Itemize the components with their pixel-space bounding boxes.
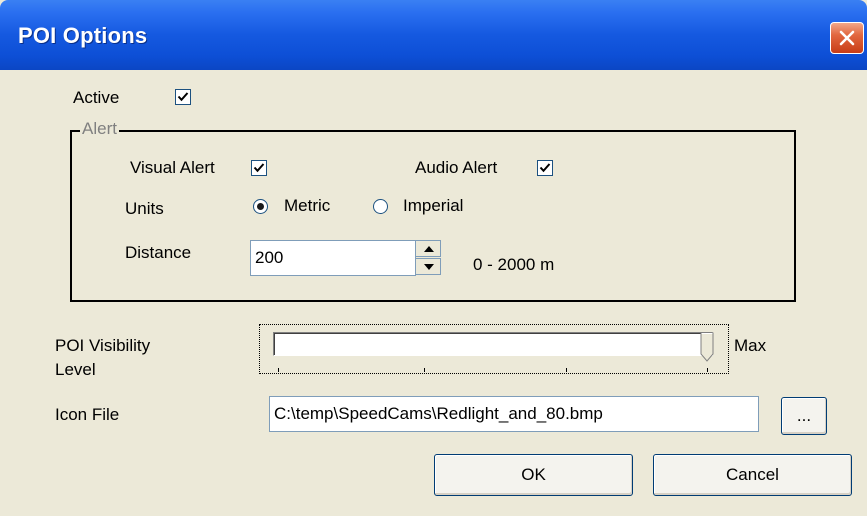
visibility-slider-thumb[interactable] xyxy=(700,332,714,362)
radio-selected-dot xyxy=(257,203,264,210)
slider-tick xyxy=(278,368,279,372)
check-icon xyxy=(177,92,189,102)
browse-button[interactable]: ... xyxy=(781,397,827,435)
metric-label[interactable]: Metric xyxy=(284,196,330,216)
cancel-button[interactable]: Cancel xyxy=(653,454,852,496)
title-bar[interactable]: POI Options xyxy=(0,0,867,70)
distance-spinner xyxy=(415,240,441,276)
active-label: Active xyxy=(73,88,120,107)
distance-range-text: 0 - 2000 m xyxy=(473,255,555,274)
close-button[interactable] xyxy=(830,22,864,54)
arrow-down-icon xyxy=(424,264,434,270)
imperial-radio[interactable] xyxy=(373,199,388,214)
visibility-label-line1: POI Visibility xyxy=(55,336,151,355)
audio-alert-checkbox[interactable] xyxy=(537,160,553,176)
icon-file-input[interactable]: C:\temp\SpeedCams\Redlight_and_80.bmp xyxy=(269,396,759,432)
distance-input[interactable]: 200 xyxy=(250,240,416,276)
slider-tick xyxy=(424,368,425,372)
ok-button[interactable]: OK xyxy=(434,454,633,496)
arrow-up-icon xyxy=(424,246,434,252)
visibility-max-label: Max xyxy=(734,336,767,355)
active-checkbox[interactable] xyxy=(175,89,191,105)
imperial-label[interactable]: Imperial xyxy=(403,196,463,216)
alert-group-legend: Alert xyxy=(80,119,119,139)
icon-file-label: Icon File xyxy=(55,405,120,424)
audio-alert-label: Audio Alert xyxy=(415,158,498,177)
units-label: Units xyxy=(125,199,164,218)
spin-up-button[interactable] xyxy=(415,240,441,257)
close-icon xyxy=(839,30,855,46)
visibility-label-line2: Level xyxy=(55,360,96,379)
visibility-slider-track[interactable] xyxy=(273,332,713,356)
spin-down-button[interactable] xyxy=(415,258,441,275)
alert-groupbox xyxy=(70,130,796,302)
visual-alert-label: Visual Alert xyxy=(130,158,215,177)
visual-alert-checkbox[interactable] xyxy=(251,160,267,176)
metric-radio[interactable] xyxy=(253,199,268,214)
distance-label: Distance xyxy=(125,243,192,262)
check-icon xyxy=(253,163,265,173)
slider-tick xyxy=(566,368,567,372)
window-title: POI Options xyxy=(18,23,148,48)
slider-tick xyxy=(707,368,708,372)
dialog-window: POI Options Active Alert Visual Alert Au… xyxy=(0,0,867,516)
check-icon xyxy=(539,163,551,173)
